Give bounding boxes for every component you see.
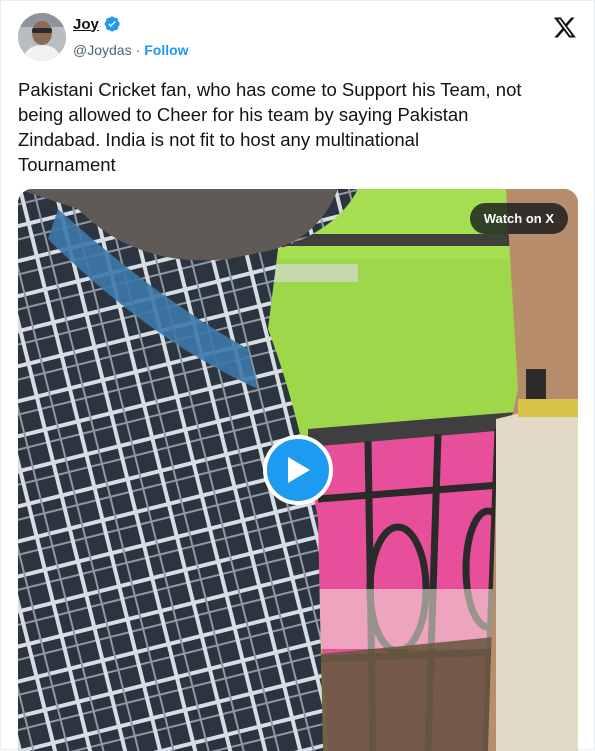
author-handle-row: @Joydas · Follow [73,42,189,58]
verified-badge-icon [104,16,120,32]
avatar-image [18,13,66,61]
video-media[interactable]: Watch on X [18,189,578,751]
play-icon [288,457,310,483]
author-handle[interactable]: @Joydas [73,42,132,58]
tweet-text: Pakistani Cricket fan, who has come to S… [18,79,522,175]
x-logo-icon[interactable] [553,15,577,39]
play-button[interactable] [263,435,333,505]
tweet-card: Joy @Joydas · Follow Pakistani Cricket f… [0,0,595,751]
separator-dot: · [135,42,141,58]
author-name-row: Joy [73,15,121,33]
watch-on-x-button[interactable]: Watch on X [469,203,568,234]
follow-button[interactable]: Follow [144,42,188,58]
avatar[interactable] [18,13,66,61]
author-name[interactable]: Joy [73,16,99,33]
